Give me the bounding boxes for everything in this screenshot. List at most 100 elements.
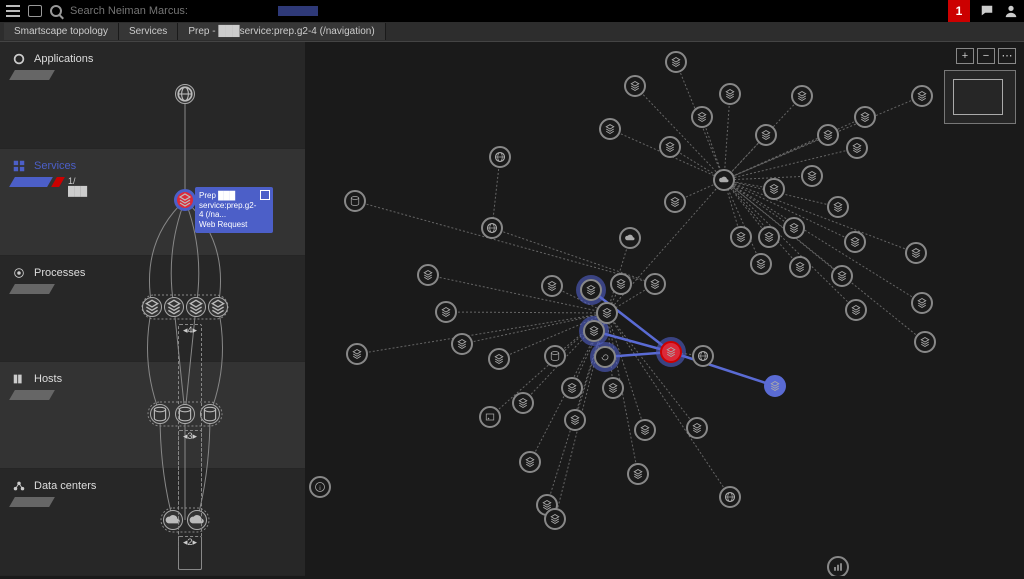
- graph-node[interactable]: [602, 377, 624, 399]
- crumb-services[interactable]: Services: [119, 23, 178, 40]
- graph-node[interactable]: [489, 146, 511, 168]
- graph-node[interactable]: [817, 124, 839, 146]
- graph-node[interactable]: [594, 346, 616, 368]
- graph-node[interactable]: [730, 226, 752, 248]
- hosts-icon: [12, 372, 26, 386]
- minimap-viewport[interactable]: [953, 79, 1003, 115]
- graph-node[interactable]: [750, 253, 772, 275]
- graph-node[interactable]: [346, 343, 368, 365]
- graph-node[interactable]: [580, 279, 602, 301]
- search-icon: [50, 5, 62, 17]
- topology-graph[interactable]: i + − ⋯: [305, 42, 1024, 576]
- graph-node[interactable]: [764, 375, 786, 397]
- graph-node[interactable]: [845, 299, 867, 321]
- graph-node[interactable]: [827, 556, 849, 576]
- graph-node[interactable]: [791, 85, 813, 107]
- external-link-icon[interactable]: [260, 190, 270, 200]
- graph-node[interactable]: [417, 264, 439, 286]
- graph-node[interactable]: [624, 75, 646, 97]
- graph-node[interactable]: [544, 345, 566, 367]
- graph-node[interactable]: [435, 301, 457, 323]
- processes-icon: [12, 266, 26, 280]
- layer-label: Services: [34, 160, 76, 172]
- graph-node[interactable]: [691, 106, 713, 128]
- graph-node[interactable]: [755, 124, 777, 146]
- graph-node[interactable]: [619, 227, 641, 249]
- graph-node[interactable]: [914, 331, 936, 353]
- graph-node[interactable]: [664, 191, 686, 213]
- graph-node[interactable]: [627, 463, 649, 485]
- layer-processes[interactable]: Processes: [0, 256, 305, 363]
- graph-node[interactable]: [451, 333, 473, 355]
- graph-node[interactable]: [854, 106, 876, 128]
- search-input[interactable]: [70, 5, 270, 17]
- graph-node[interactable]: [644, 273, 666, 295]
- graph-node[interactable]: [561, 377, 583, 399]
- menu-button[interactable]: [6, 5, 20, 17]
- graph-node[interactable]: [758, 226, 780, 248]
- zoom-out-button[interactable]: −: [977, 48, 995, 64]
- graph-node[interactable]: [911, 85, 933, 107]
- graph-node[interactable]: [719, 83, 741, 105]
- graph-node[interactable]: [905, 242, 927, 264]
- layer-label: Processes: [34, 267, 85, 279]
- graph-node[interactable]: [801, 165, 823, 187]
- minimap[interactable]: [944, 70, 1016, 124]
- graph-node[interactable]: [544, 508, 566, 530]
- graph-node[interactable]: [719, 486, 741, 508]
- layer-label: Applications: [34, 53, 93, 65]
- zoom-in-button[interactable]: +: [956, 48, 974, 64]
- apps-icon[interactable]: [28, 5, 42, 17]
- datacenters-icon: [12, 479, 26, 493]
- graph-node[interactable]: [846, 137, 868, 159]
- graph-node[interactable]: [783, 217, 805, 239]
- layer-label: Data centers: [34, 480, 96, 492]
- layer-sidebar: ◀ Applications Services 1/███ Processes: [0, 42, 305, 576]
- applications-icon: [12, 52, 26, 66]
- graph-node[interactable]: [519, 451, 541, 473]
- graph-node[interactable]: [763, 178, 785, 200]
- layer-hosts[interactable]: Hosts: [0, 362, 305, 469]
- layer-label: Hosts: [34, 373, 62, 385]
- graph-node[interactable]: [827, 196, 849, 218]
- service-tooltip[interactable]: Prep ███ service:prep.g2-4 (/na... Web R…: [195, 187, 273, 233]
- graph-node[interactable]: [541, 275, 563, 297]
- graph-node[interactable]: [713, 169, 735, 191]
- graph-node[interactable]: [599, 118, 621, 140]
- tooltip-title: Prep ███ service:prep.g2-4 (/na...: [199, 191, 269, 220]
- graph-node[interactable]: [481, 217, 503, 239]
- graph-node[interactable]: [831, 265, 853, 287]
- tooltip-subtitle: Web Request: [199, 220, 269, 230]
- graph-node[interactable]: [692, 345, 714, 367]
- map-more-button[interactable]: ⋯: [998, 48, 1016, 64]
- breadcrumb: Smartscape topology Services Prep - ███s…: [0, 22, 1024, 42]
- graph-node[interactable]: i: [309, 476, 331, 498]
- crumb-current[interactable]: Prep - ███service:prep.g2-4 (/navigation…: [178, 23, 385, 40]
- layer-count: 1/███: [68, 176, 87, 196]
- graph-node[interactable]: [564, 409, 586, 431]
- graph-node[interactable]: [634, 419, 656, 441]
- layer-datacenters[interactable]: Data centers: [0, 469, 305, 576]
- graph-node[interactable]: [911, 292, 933, 314]
- search-highlight: [278, 6, 318, 16]
- graph-node[interactable]: [610, 273, 632, 295]
- graph-node[interactable]: [686, 417, 708, 439]
- user-icon[interactable]: [1004, 4, 1018, 18]
- graph-node[interactable]: [660, 341, 682, 363]
- graph-node[interactable]: [479, 406, 501, 428]
- notification-badge[interactable]: 1: [948, 0, 970, 22]
- chat-icon[interactable]: [980, 4, 994, 18]
- graph-node[interactable]: [488, 348, 510, 370]
- crumb-smartscape[interactable]: Smartscape topology: [4, 23, 119, 40]
- svg-text:i: i: [319, 485, 321, 492]
- layer-applications[interactable]: Applications: [0, 42, 305, 149]
- graph-node[interactable]: [789, 256, 811, 278]
- graph-node[interactable]: [596, 302, 618, 324]
- services-icon: [12, 159, 26, 173]
- graph-node[interactable]: [665, 51, 687, 73]
- graph-node[interactable]: [659, 136, 681, 158]
- graph-node[interactable]: [844, 231, 866, 253]
- graph-node[interactable]: [512, 392, 534, 414]
- graph-node[interactable]: [344, 190, 366, 212]
- graph-node[interactable]: [583, 320, 605, 342]
